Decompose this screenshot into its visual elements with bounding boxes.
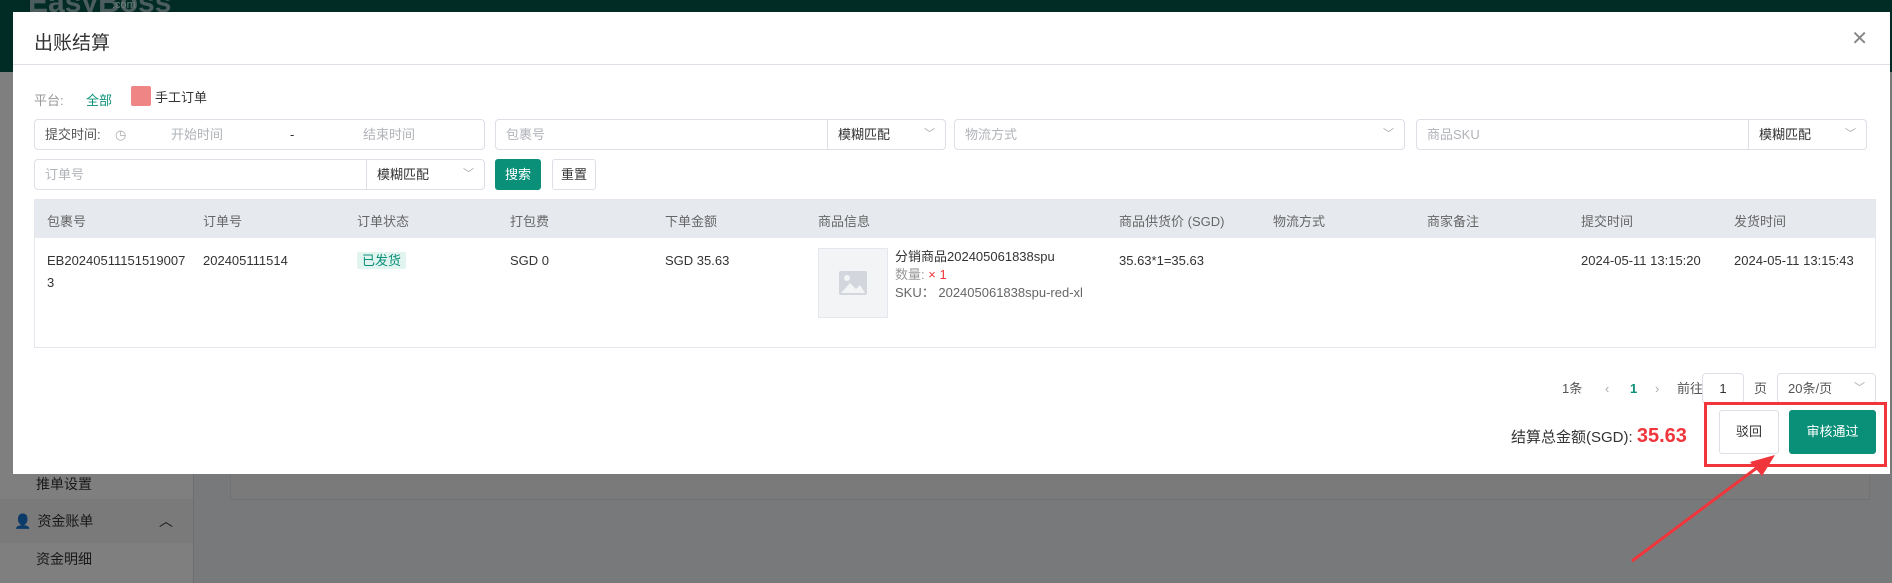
annotation-arrow [1631, 455, 1775, 563]
